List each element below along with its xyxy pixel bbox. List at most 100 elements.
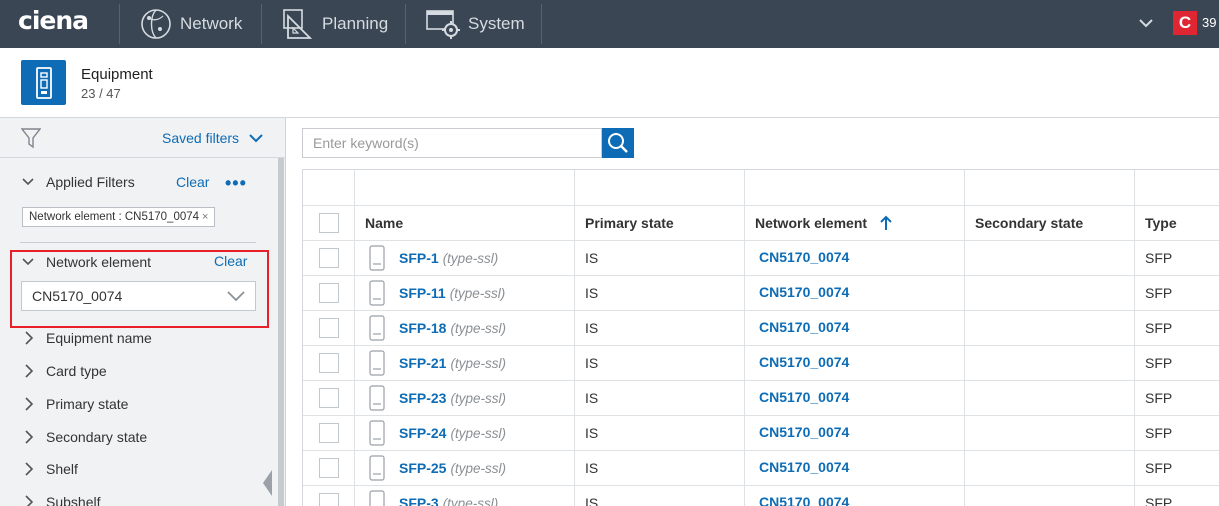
row-checkbox[interactable] (319, 283, 339, 303)
row-divider (303, 205, 1219, 206)
chip-label: Network element : CN5170_0074 (29, 211, 200, 223)
equipment-name-link[interactable]: SFP-24 (399, 425, 446, 441)
column-header-name[interactable]: Name (365, 215, 403, 231)
collapse-panel-icon[interactable] (261, 468, 273, 498)
more-options-icon[interactable]: ••• (225, 173, 247, 194)
filter-group-secondary-state[interactable]: Secondary state (24, 429, 147, 445)
saved-filters-dropdown[interactable]: Saved filters (162, 130, 263, 146)
equipment-name-cell: SFP-24 (type-ssl) (369, 420, 506, 446)
row-divider (303, 485, 1219, 486)
column-header-primary-state[interactable]: Primary state (585, 215, 674, 231)
column-header-network-element[interactable]: Network element (755, 215, 893, 231)
network-element-select[interactable]: CN5170_0074 (21, 281, 256, 311)
equipment-name-cell: SFP-11 (type-ssl) (369, 280, 505, 306)
equipment-type-hint: (type-ssl) (450, 355, 506, 371)
equipment-name-link[interactable]: SFP-23 (399, 390, 446, 406)
user-count: 39 (1202, 15, 1217, 30)
filter-group-shelf[interactable]: Shelf (24, 461, 78, 477)
search-button[interactable] (602, 128, 634, 158)
column-divider (964, 170, 965, 506)
filter-group-card-type[interactable]: Card type (24, 363, 107, 379)
equipment-name-cell: SFP-1 (type-ssl) (369, 245, 498, 271)
network-element-link[interactable]: CN5170_0074 (759, 249, 849, 265)
network-element-link[interactable]: CN5170_0074 (759, 494, 849, 506)
filter-group-label: Primary state (46, 396, 129, 412)
keyword-search-input[interactable]: Enter keyword(s) (302, 128, 602, 158)
equipment-name-cell: SFP-23 (type-ssl) (369, 385, 506, 411)
nav-system[interactable]: System (426, 4, 525, 44)
row-divider (303, 345, 1219, 346)
row-divider (303, 450, 1219, 451)
equipment-name-link[interactable]: SFP-1 (399, 250, 439, 266)
nav-separator (541, 4, 542, 44)
equipment-type-hint: (type-ssl) (450, 390, 506, 406)
applied-filters-toggle[interactable]: Applied Filters (22, 174, 135, 190)
row-checkbox[interactable] (319, 423, 339, 443)
column-header-label: Type (1145, 215, 1177, 231)
equipment-name-link[interactable]: SFP-21 (399, 355, 446, 371)
chevron-down-icon (249, 134, 263, 143)
equipment-card-icon (369, 420, 385, 446)
equipment-name-link[interactable]: SFP-25 (399, 460, 446, 476)
nav-planning[interactable]: Planning (282, 4, 388, 44)
filter-group-subshelf[interactable]: Subshelf (24, 494, 100, 506)
column-header-secondary-state[interactable]: Secondary state (975, 215, 1083, 231)
select-all-checkbox[interactable] (319, 213, 339, 233)
chevron-down-icon[interactable] (1138, 14, 1154, 34)
row-checkbox[interactable] (319, 248, 339, 268)
row-divider (303, 380, 1219, 381)
row-checkbox[interactable] (319, 318, 339, 338)
column-header-type[interactable]: Type (1145, 215, 1177, 231)
equipment-card-icon (369, 350, 385, 376)
row-checkbox[interactable] (319, 458, 339, 478)
applied-filters-label: Applied Filters (46, 174, 135, 190)
network-element-link[interactable]: CN5170_0074 (759, 389, 849, 405)
primary-state-cell: IS (585, 250, 599, 266)
network-element-link[interactable]: CN5170_0074 (759, 284, 849, 300)
saved-filters-label: Saved filters (162, 130, 240, 146)
row-divider (303, 415, 1219, 416)
applied-filter-chip: Network element : CN5170_0074 × (22, 207, 216, 227)
primary-state-cell: IS (585, 355, 599, 371)
column-header-label: Network element (755, 215, 868, 231)
ciena-logo[interactable]: ciena (18, 6, 89, 35)
filter-panel-scrollbar[interactable] (278, 158, 284, 506)
type-cell: SFP (1145, 250, 1173, 266)
equipment-type-hint: (type-ssl) (449, 285, 506, 301)
network-element-link[interactable]: CN5170_0074 (759, 319, 849, 335)
equipment-name-cell: SFP-3 (type-ssl) (369, 490, 498, 506)
clear-all-filters-link[interactable]: Clear (176, 174, 209, 190)
filter-group-equipment-name[interactable]: Equipment name (24, 330, 152, 346)
chip-close-icon[interactable]: × (202, 211, 208, 223)
network-element-link[interactable]: CN5170_0074 (759, 459, 849, 475)
filter-group-label: Equipment name (46, 330, 152, 346)
funnel-filter-icon[interactable] (21, 127, 41, 149)
nav-network-label: Network (180, 14, 243, 33)
type-cell: SFP (1145, 285, 1173, 301)
filter-group-label: Shelf (46, 461, 78, 477)
row-checkbox[interactable] (319, 388, 339, 408)
equipment-name-link[interactable]: SFP-3 (399, 495, 439, 506)
network-element-filter-label: Network element (46, 254, 152, 270)
network-element-link[interactable]: CN5170_0074 (759, 424, 849, 440)
equipment-card-icon (369, 280, 385, 306)
equipment-type-hint: (type-ssl) (450, 425, 506, 441)
column-header-label: Name (365, 215, 404, 231)
row-divider (303, 240, 1219, 241)
network-element-link[interactable]: CN5170_0074 (759, 354, 849, 370)
user-avatar-badge[interactable]: C (1173, 11, 1197, 35)
equipment-name-link[interactable]: SFP-11 (399, 285, 446, 301)
nav-network[interactable]: Network (140, 4, 242, 44)
row-checkbox[interactable] (319, 493, 339, 506)
filter-group-primary-state[interactable]: Primary state (24, 396, 128, 412)
filter-group-label: Secondary state (46, 429, 148, 445)
clear-network-element-link[interactable]: Clear (214, 253, 247, 269)
equipment-name-link[interactable]: SFP-18 (399, 320, 446, 336)
planning-triangle-icon (283, 9, 313, 39)
nav-separator (119, 4, 120, 44)
equipment-type-hint: (type-ssl) (450, 460, 506, 476)
row-checkbox[interactable] (319, 353, 339, 373)
network-element-filter-toggle[interactable]: Network element (22, 254, 151, 270)
equipment-type-hint: (type-ssl) (442, 250, 499, 266)
type-cell: SFP (1145, 390, 1173, 406)
